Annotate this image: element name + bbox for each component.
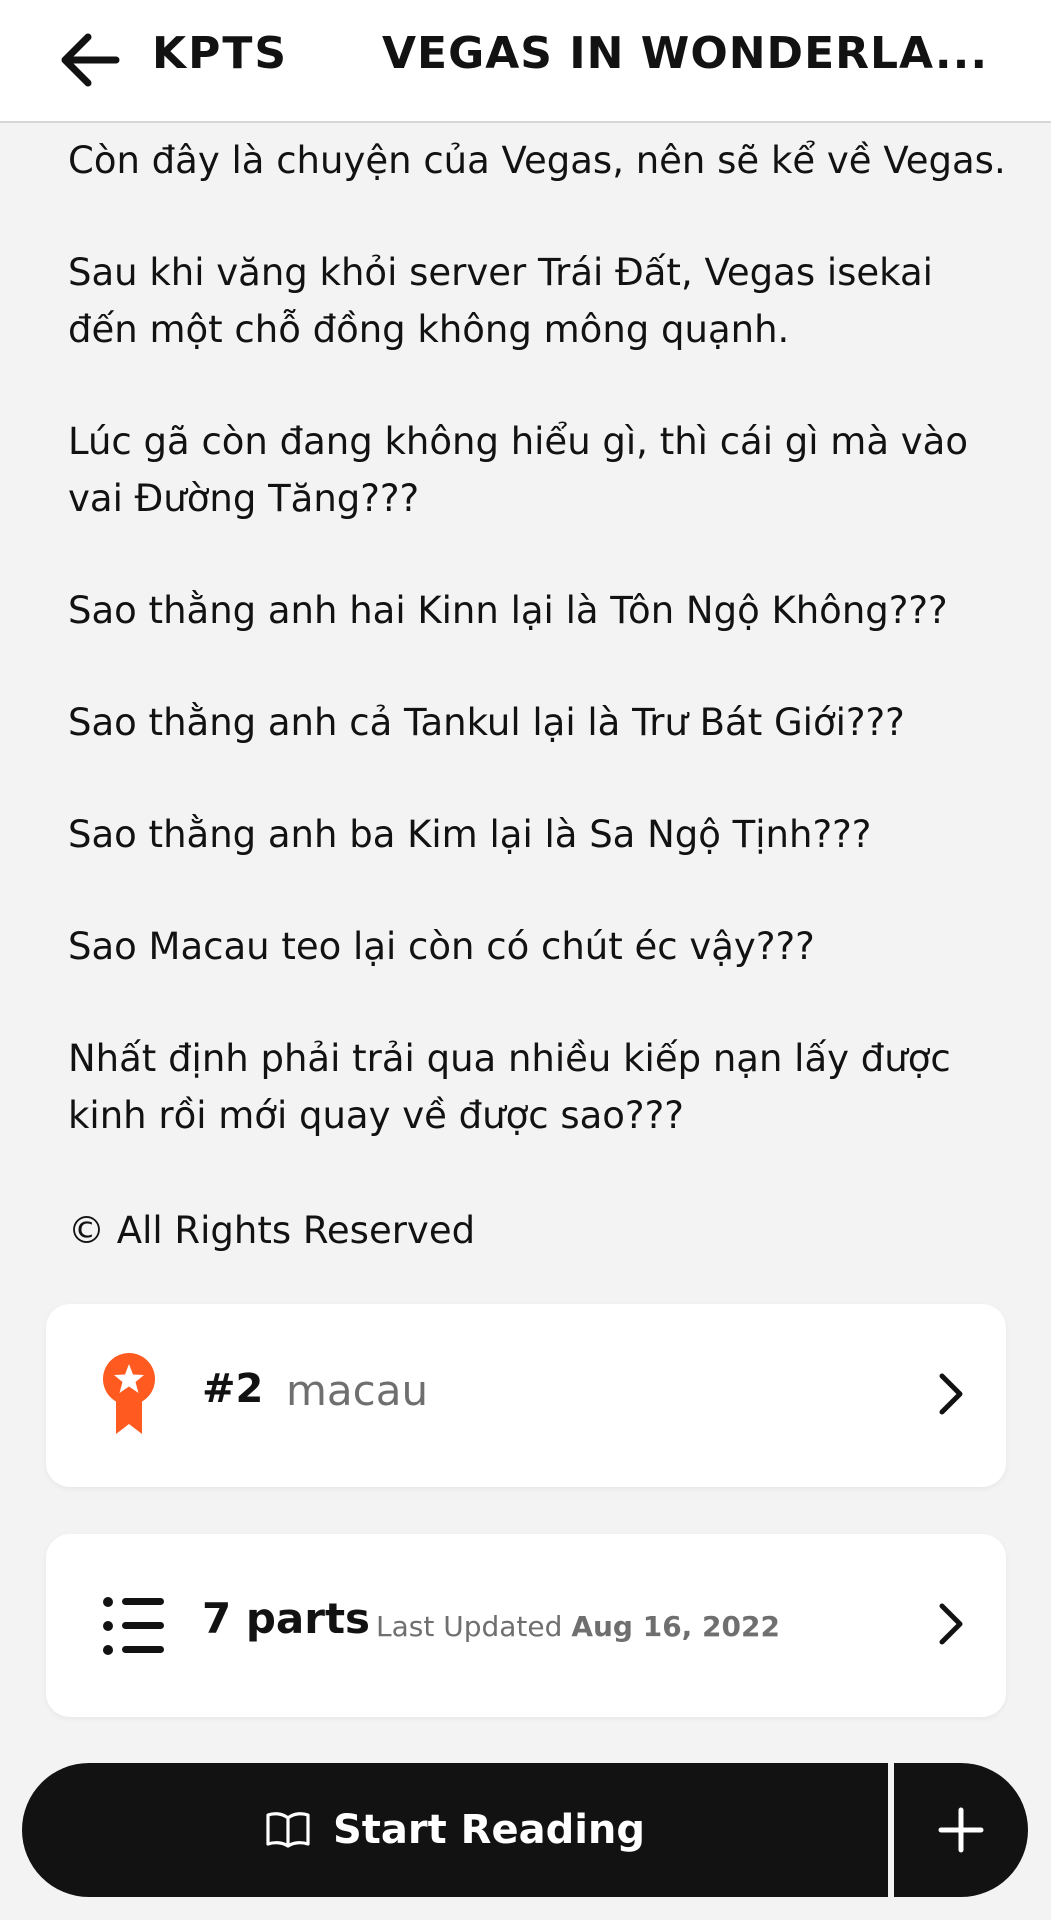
copyright-notice: © All Rights Reserved	[68, 1209, 476, 1252]
rank-number: #2	[202, 1366, 264, 1412]
parts-count: 7 parts	[202, 1594, 371, 1643]
top-nav-bar: KPTS VEGAS IN WONDERLA...	[0, 0, 1051, 123]
rank-tag: macau	[286, 1366, 429, 1415]
story-title: VEGAS IN WONDERLA...	[382, 28, 989, 79]
arrow-left-icon	[61, 33, 120, 87]
book-open-icon	[266, 1812, 310, 1848]
start-reading-button[interactable]: Start Reading	[22, 1763, 888, 1897]
chevron-right-icon	[939, 1603, 963, 1645]
last-updated-label: Last Updated	[376, 1610, 563, 1643]
story-author[interactable]: KPTS	[152, 28, 288, 79]
last-updated: Last Updated Aug 16, 2022	[376, 1610, 780, 1643]
start-reading-label: Start Reading	[332, 1807, 646, 1853]
story-paragraph: Còn đây là chuyện của Vegas, nên sẽ kể v…	[68, 139, 1006, 182]
story-paragraph: Lúc gã còn đang không hiểu gì, thì cái g…	[68, 420, 968, 520]
back-button[interactable]	[52, 24, 128, 96]
story-paragraph: Sao thằng anh hai Kinn lại là Tôn Ngộ Kh…	[68, 589, 948, 632]
story-paragraph: Nhất định phải trải qua nhiều kiếp nạn l…	[68, 1037, 951, 1137]
last-updated-date: Aug 16, 2022	[571, 1610, 780, 1643]
story-description: Còn đây là chuyện của Vegas, nên sẽ kể v…	[68, 132, 1008, 1199]
ranking-card[interactable]: #2 macau	[46, 1304, 1006, 1487]
list-icon	[103, 1597, 164, 1655]
story-paragraph: Sao thằng anh ba Kim lại là Sa Ngộ Tịnh?…	[68, 813, 872, 856]
add-to-library-button[interactable]	[894, 1763, 1028, 1897]
story-paragraph: Sao Macau teo lại còn có chút éc vậy???	[68, 925, 815, 968]
story-paragraph: Sau khi văng khỏi server Trái Đất, Vegas…	[68, 251, 933, 351]
parts-card[interactable]: 7 parts Last Updated Aug 16, 2022	[46, 1534, 1006, 1717]
story-paragraph: Sao thằng anh cả Tankul lại là Trư Bát G…	[68, 701, 905, 744]
plus-icon	[938, 1807, 984, 1853]
award-badge-icon	[103, 1353, 155, 1434]
chevron-right-icon	[939, 1373, 963, 1415]
